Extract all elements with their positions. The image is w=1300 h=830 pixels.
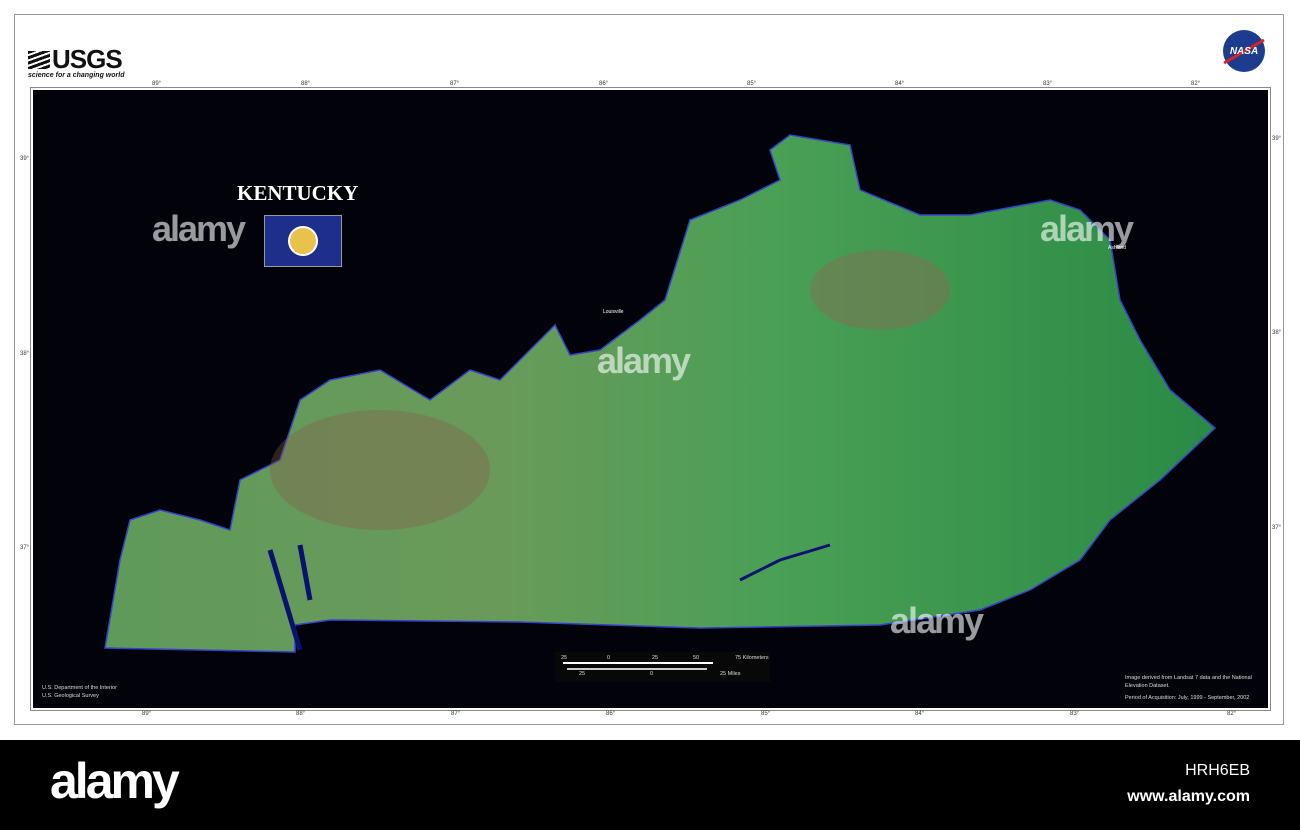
coordinate-tick-label: 86°: [599, 81, 609, 87]
coordinate-tick-label: 84°: [915, 711, 925, 717]
coordinate-tick-label: 88°: [296, 711, 306, 717]
alamy-url[interactable]: www.alamy.com: [1127, 788, 1250, 806]
watermark: alamy: [152, 208, 246, 249]
coordinate-tick-label: 39°: [20, 156, 30, 162]
coordinate-tick-label: 86°: [606, 711, 616, 717]
city-label: Louisville: [603, 309, 624, 315]
kentucky-satellite-image: [104, 134, 1217, 653]
coordinate-tick-label: 37°: [1272, 525, 1282, 531]
coordinate-tick-label: 37°: [20, 545, 30, 551]
kentucky-flag: [264, 215, 342, 267]
watermark: alamy: [1040, 208, 1134, 249]
usgs-logo: USGS science for a changing world: [28, 44, 125, 79]
alamy-logo: alamy: [50, 753, 180, 809]
usgs-wave-icon: [28, 50, 50, 69]
satellite-map: KENTUCKY Louisville Ashland U.S. Departm…: [30, 87, 1271, 711]
state-seal-icon: [288, 226, 318, 256]
watermark: alamy: [597, 340, 691, 381]
stock-footer: alamy HRH6EB www.alamy.com: [0, 740, 1300, 830]
coordinate-tick-label: 39°: [1272, 136, 1282, 142]
coordinate-tick-label: 82°: [1227, 711, 1237, 717]
coordinate-tick-label: 87°: [451, 711, 461, 717]
coordinate-tick-label: 87°: [450, 81, 460, 87]
coordinate-tick-label: 89°: [142, 711, 152, 717]
coordinate-tick-label: 88°: [301, 81, 311, 87]
coordinate-tick-label: 38°: [1272, 330, 1282, 336]
image-id: HRH6EB: [1185, 762, 1250, 779]
coordinate-tick-label: 89°: [152, 81, 162, 87]
coordinate-tick-label: 83°: [1043, 81, 1053, 87]
watermark: alamy: [890, 600, 984, 641]
scale-bar: 25 0 25 50 75 Kilometers 25 0 25 Miles: [555, 652, 770, 682]
coordinate-tick-label: 38°: [20, 351, 30, 357]
map-title: KENTUCKY: [237, 181, 359, 205]
coordinate-tick-label: 85°: [761, 711, 771, 717]
credit-right: Image derived from Landsat 7 data and th…: [1125, 675, 1252, 701]
credit-left: U.S. Department of the Interior U.S. Geol…: [42, 685, 117, 699]
nasa-logo: NASA: [1223, 30, 1265, 72]
coordinate-tick-label: 84°: [895, 81, 905, 87]
coordinate-tick-label: 85°: [747, 81, 757, 87]
coordinate-tick-label: 82°: [1191, 81, 1201, 87]
usgs-tagline: science for a changing world: [28, 72, 125, 79]
coordinate-tick-label: 83°: [1070, 711, 1080, 717]
